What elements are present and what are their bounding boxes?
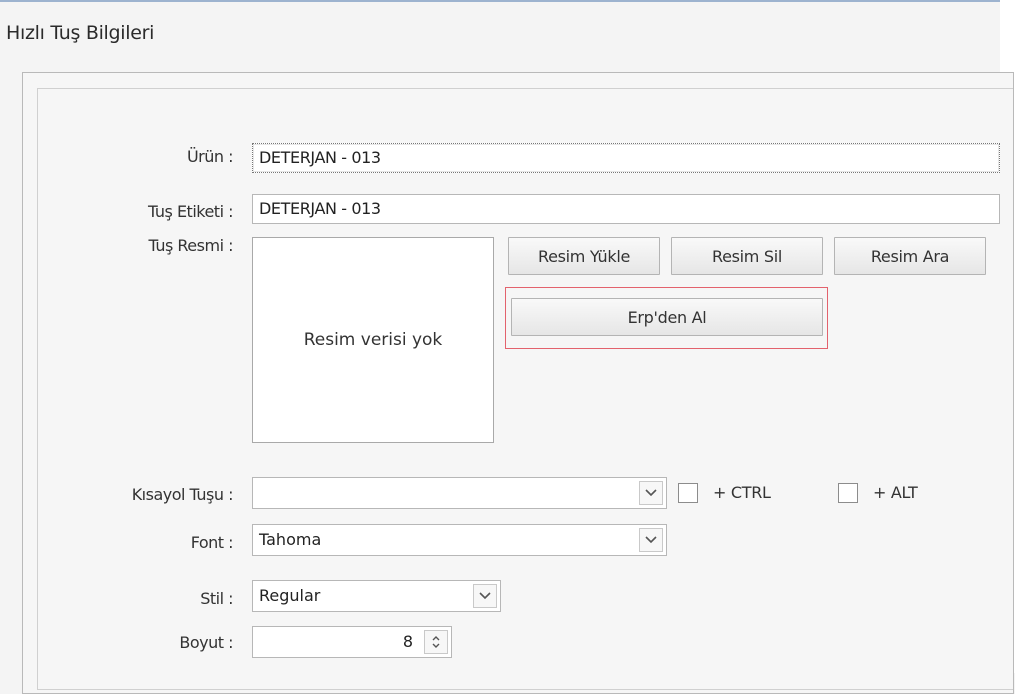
no-image-text: Resim verisi yok [303, 330, 443, 350]
urun-field[interactable]: DETERJAN - 013 [252, 143, 1000, 173]
boyut-label: Boyut : [179, 633, 233, 652]
button-image-preview[interactable]: Resim verisi yok [252, 237, 494, 443]
stil-select[interactable]: Regular [252, 580, 501, 612]
stil-label: Stil : [200, 589, 233, 608]
font-label: Font : [190, 533, 234, 552]
alt-checkbox-label: + ALT [873, 483, 918, 502]
boyut-spinner[interactable]: 8 [252, 626, 452, 658]
kisayol-tusu-select[interactable] [252, 477, 667, 509]
font-select[interactable]: Tahoma [252, 524, 667, 556]
ctrl-checkbox[interactable] [678, 483, 698, 503]
alt-checkbox[interactable] [838, 483, 858, 503]
resim-sil-button[interactable]: Resim Sil [671, 237, 823, 275]
chevron-down-icon[interactable] [473, 584, 497, 608]
page-title: Hızlı Tuş Bilgileri [6, 22, 155, 44]
chevron-down-icon[interactable] [639, 528, 663, 552]
spinner-arrows-icon[interactable] [424, 630, 448, 654]
chevron-down-icon[interactable] [639, 481, 663, 505]
tus-resmi-label: Tuş Resmi : [148, 236, 234, 255]
kisayol-tusu-label: Kısayol Tuşu : [131, 485, 234, 504]
tus-etiketi-field[interactable]: DETERJAN - 013 [252, 194, 1000, 224]
font-value: Tahoma [259, 530, 322, 549]
boyut-value: 8 [402, 632, 413, 651]
erpden-al-button[interactable]: Erp'den Al [511, 298, 823, 336]
urun-label: Ürün : [186, 147, 234, 166]
resim-ara-button[interactable]: Resim Ara [834, 237, 986, 275]
resim-yukle-button[interactable]: Resim Yükle [508, 237, 660, 275]
form-inner-panel [37, 88, 1013, 690]
tus-etiketi-label: Tuş Etiketi : [148, 202, 233, 221]
stil-value: Regular [259, 586, 321, 605]
ctrl-checkbox-label: + CTRL [713, 483, 771, 502]
window-top-border [0, 0, 1000, 2]
